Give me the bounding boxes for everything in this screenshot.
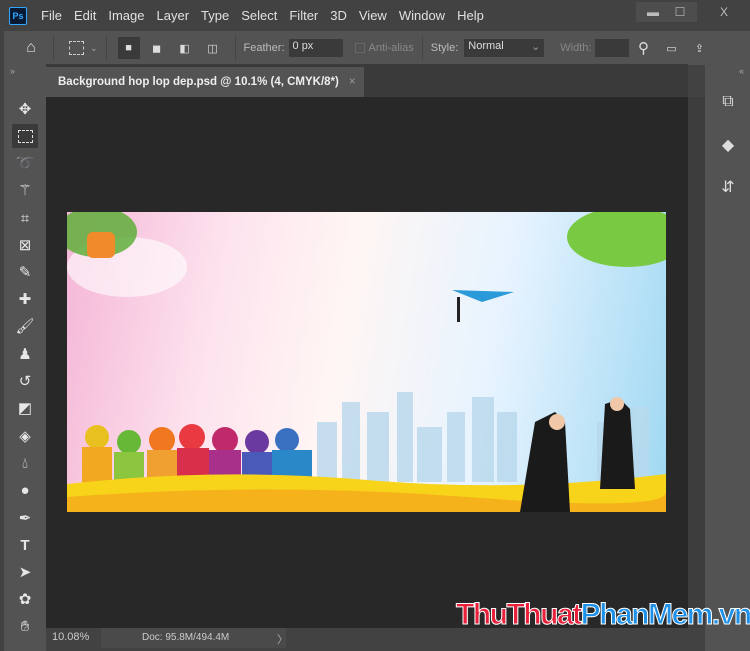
zoom-level[interactable]: 10.08% bbox=[52, 631, 89, 643]
menu-window[interactable]: Window bbox=[393, 8, 451, 23]
style-select[interactable]: Normal ⌄ bbox=[464, 39, 545, 57]
watermark-part1: ThuThuat bbox=[456, 598, 583, 632]
paint-bucket-tool-icon[interactable]: ◈ bbox=[12, 424, 38, 448]
width-label: Width: bbox=[560, 42, 592, 54]
brush-tool-icon[interactable]: 🖌︎ bbox=[12, 314, 38, 338]
path-selection-tool-icon[interactable]: ➤ bbox=[12, 560, 38, 584]
home-icon[interactable]: ⌂ bbox=[20, 37, 42, 59]
divider bbox=[53, 36, 54, 60]
custom-shape-tool-icon[interactable]: ✿ bbox=[12, 587, 38, 611]
menu-3d[interactable]: 3D bbox=[324, 8, 353, 23]
3d-panel-icon[interactable]: ⧉ bbox=[712, 86, 744, 118]
menu-edit[interactable]: Edit bbox=[68, 8, 102, 23]
menu-help[interactable]: Help bbox=[451, 8, 490, 23]
menu-file[interactable]: File bbox=[35, 8, 68, 23]
antialias-checkbox[interactable] bbox=[354, 43, 365, 53]
document-tab-strip: Background hop lop dep.psd @ 10.1% (4, C… bbox=[46, 64, 688, 97]
style-label: Style: bbox=[430, 42, 459, 54]
watermark-logo: ThuThuatPhanMem.vn bbox=[456, 598, 750, 632]
width-input[interactable] bbox=[595, 39, 630, 57]
magic-wand-tool-icon[interactable]: ⚚ bbox=[12, 178, 38, 202]
frame-tool-icon[interactable]: ⊠ bbox=[12, 233, 38, 257]
document-tab-title: Background hop lop dep.psd @ 10.1% (4, C… bbox=[58, 76, 339, 88]
collapse-icon[interactable]: « bbox=[739, 66, 744, 76]
menu-select[interactable]: Select bbox=[235, 8, 283, 23]
menu-filter[interactable]: Filter bbox=[283, 8, 324, 23]
photoshop-logo: Ps bbox=[9, 6, 27, 25]
divider bbox=[421, 36, 423, 60]
close-tab-icon[interactable]: × bbox=[349, 76, 356, 88]
menu-image[interactable]: Image bbox=[102, 8, 150, 23]
intersect-selection-icon[interactable]: ◫ bbox=[202, 37, 224, 59]
workspace-icon[interactable]: ▭ bbox=[660, 37, 682, 59]
options-bar: ⌂ ⌄ ■ ◼ ◧ ◫ Feather: 0 px Anti-alias Sty… bbox=[4, 31, 750, 65]
divider bbox=[234, 36, 236, 60]
maximize-button[interactable]: ☐ bbox=[663, 2, 697, 22]
graduation-background-artwork bbox=[67, 212, 666, 512]
watermark-part2: PhanMem bbox=[580, 598, 714, 632]
style-value: Normal bbox=[468, 40, 504, 52]
menu-view[interactable]: View bbox=[353, 8, 393, 23]
history-panel-icon[interactable]: ⇵ bbox=[712, 171, 744, 203]
layers-panel-icon[interactable]: ◆ bbox=[712, 129, 744, 161]
lasso-tool-icon[interactable]: ➰ bbox=[12, 151, 38, 175]
add-selection-icon[interactable]: ◼ bbox=[146, 37, 168, 59]
feather-input[interactable]: 0 px bbox=[288, 39, 343, 57]
pen-tool-icon[interactable]: ✒ bbox=[12, 506, 38, 530]
history-brush-tool-icon[interactable]: ↺ bbox=[12, 369, 38, 393]
close-button[interactable]: X bbox=[700, 2, 748, 22]
divider bbox=[105, 36, 107, 60]
menu-layer[interactable]: Layer bbox=[151, 8, 196, 23]
hand-tool-icon[interactable]: ✋︎ bbox=[12, 614, 38, 638]
menu-type[interactable]: Type bbox=[195, 8, 235, 23]
new-selection-icon[interactable]: ■ bbox=[117, 37, 140, 59]
dodge-tool-icon[interactable]: ● bbox=[12, 478, 38, 502]
crop-tool-icon[interactable]: ⌗ bbox=[12, 206, 38, 230]
vertical-scrollbar[interactable] bbox=[688, 97, 705, 628]
blur-tool-icon[interactable]: 💧︎ bbox=[12, 451, 38, 475]
document-image[interactable] bbox=[67, 212, 666, 512]
feather-label: Feather: bbox=[243, 42, 285, 54]
marquee-preset-icon[interactable] bbox=[65, 37, 87, 59]
watermark-part3: .vn bbox=[711, 598, 750, 632]
healing-brush-tool-icon[interactable]: ✚ bbox=[12, 287, 38, 311]
eraser-tool-icon[interactable]: ◩ bbox=[12, 396, 38, 420]
rectangular-marquee-tool-icon[interactable] bbox=[12, 124, 38, 148]
right-panel-dock: « ⧉ ◆ ⇵ bbox=[705, 64, 750, 651]
status-menu-arrow[interactable]: 〉 bbox=[277, 631, 288, 647]
clone-stamp-tool-icon[interactable]: ♟ bbox=[12, 342, 38, 366]
antialias-label: Anti-alias bbox=[368, 42, 414, 54]
move-tool-icon[interactable]: ✥ bbox=[12, 97, 38, 121]
chevron-down-icon: ⌄ bbox=[531, 41, 541, 53]
share-icon[interactable]: ⇪ bbox=[688, 37, 710, 59]
chevron-down-icon[interactable]: ⌄ bbox=[90, 43, 98, 54]
tools-panel: » ✥ ➰ ⚚ ⌗ ⊠ ✎ ✚ 🖌︎ ♟ ↺ ◩ ◈ 💧︎ ● ✒ T ➤ ✿ … bbox=[4, 64, 46, 651]
eyedropper-tool-icon[interactable]: ✎ bbox=[12, 260, 38, 284]
document-tab[interactable]: Background hop lop dep.psd @ 10.1% (4, C… bbox=[46, 67, 364, 97]
collapse-icon[interactable]: » bbox=[10, 66, 15, 76]
type-tool-icon[interactable]: T bbox=[12, 533, 38, 557]
search-icon[interactable]: ⚲ bbox=[632, 37, 654, 59]
subtract-selection-icon[interactable]: ◧ bbox=[174, 37, 196, 59]
document-size: Doc: 95.8M/494.4M bbox=[142, 632, 230, 643]
